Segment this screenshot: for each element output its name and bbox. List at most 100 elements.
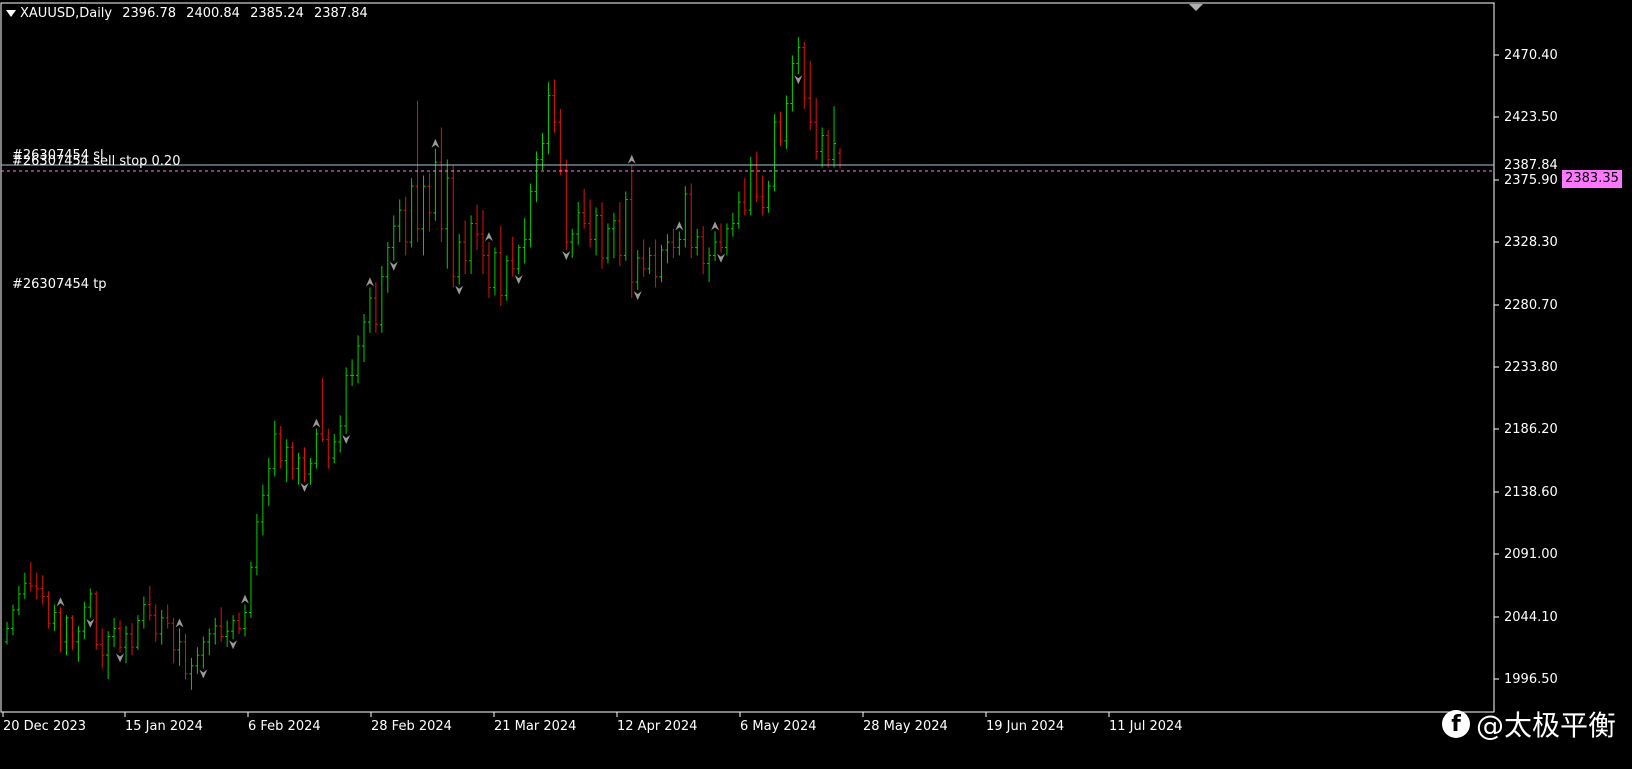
ohlc-bar: [314, 428, 319, 469]
ohlc-bar: [171, 617, 176, 664]
ohlc-bar: [790, 55, 795, 112]
ohlc-bar: [403, 196, 408, 256]
ohlc-bar: [379, 266, 384, 333]
ohlc-bar: [70, 615, 75, 650]
ohlc-bar: [760, 175, 765, 216]
ohlc-bar: [34, 572, 39, 600]
ohlc-bar: [201, 636, 206, 669]
fractal-down-icon: [86, 618, 95, 628]
ohlc-bar: [629, 164, 634, 299]
y-tick-label: 1996.50: [1504, 672, 1558, 687]
fractal-down-icon: [199, 669, 208, 679]
ohlc-bar: [504, 255, 509, 301]
ohlc-bar: [46, 591, 51, 629]
fractal-down-icon: [717, 253, 725, 263]
ohlc-bar: [617, 202, 622, 267]
ohlc-bar: [159, 609, 164, 645]
ohlc-bar: [231, 615, 236, 640]
ohlc-bar: [754, 151, 759, 203]
x-tick-label: 19 Jun 2024: [986, 719, 1064, 734]
x-axis: 20 Dec 2023 15 Jan 2024 6 Feb 2024 28 Feb 2…: [2, 712, 1183, 734]
ohlc-bar: [135, 615, 140, 650]
ohlc-bar: [320, 378, 325, 442]
fractal-up-icon: [711, 221, 720, 231]
ohlc-bar: [254, 513, 259, 576]
ohlc-bar: [385, 242, 390, 293]
x-tick-label: 6 Feb 2024: [248, 719, 321, 734]
dropdown-triangle-icon[interactable]: [6, 10, 16, 17]
fractal-up-icon: [431, 138, 440, 148]
ohlc-bar: [796, 36, 801, 75]
ohlc-bar: [88, 588, 93, 618]
ohlc-bar: [141, 596, 146, 629]
ohlc-bar: [492, 247, 497, 296]
ohlc-bar: [183, 633, 188, 680]
ohlc-bar: [356, 335, 361, 384]
ohlc-bar: [237, 612, 242, 634]
fractal-down-icon: [514, 275, 523, 285]
ohlc-bar: [40, 575, 45, 605]
ohlc-bar: [748, 156, 753, 216]
ohlc-bar: [76, 625, 81, 662]
fractal-down-icon: [562, 251, 571, 261]
x-tick-label: 11 Jul 2024: [1109, 719, 1183, 734]
fractal-up-icon: [56, 597, 65, 607]
ohlc-bar: [106, 631, 111, 680]
ohlc-bar: [600, 202, 604, 269]
fractal-down-icon: [633, 291, 642, 301]
ohlc-bar: [58, 607, 63, 653]
tp-label: #26307454 tp: [12, 277, 107, 292]
ohlc-bar: [260, 484, 265, 536]
ohlc-bar: [439, 127, 444, 243]
y-tick-label: 2423.50: [1504, 110, 1558, 125]
ohlc-bar: [623, 191, 628, 261]
price-chart[interactable]: 2470.40 2423.50 2375.90 2328.30 2280.70 2233.…: [0, 0, 1632, 769]
ohlc-bar: [808, 60, 813, 131]
ohlc-bar: [463, 220, 468, 275]
ohlc-bar: [225, 620, 230, 648]
x-tick-label: 21 Mar 2024: [494, 719, 576, 734]
ohlc-bar: [570, 228, 575, 259]
y-tick-label: 2044.10: [1504, 610, 1558, 625]
ohlc-bar: [713, 231, 718, 261]
ohlc-bar: [498, 226, 503, 307]
fractal-down-icon: [300, 482, 309, 492]
ohlc-bar: [272, 420, 277, 477]
ohlc-bar: [730, 212, 735, 237]
ohlc-bar: [129, 623, 134, 656]
ohlc-bar: [16, 585, 21, 616]
ohlc-bar: [248, 561, 253, 618]
fractal-down-icon: [116, 653, 125, 663]
ohlc-bar: [290, 441, 295, 480]
fractal-up-icon: [175, 618, 184, 628]
ohlc-bar: [124, 625, 128, 664]
ohlc-bar: [683, 186, 688, 248]
fractal-up-icon: [675, 221, 684, 231]
chart-shift-marker-icon[interactable]: [1189, 4, 1203, 11]
open-value: 2396.78: [122, 6, 177, 21]
fractal-up-icon: [241, 594, 249, 604]
watermark: f @太极平衡: [1442, 704, 1616, 744]
low-value: 2385.24: [250, 6, 304, 21]
ohlc-bar: [653, 239, 658, 288]
ohlc-bar: [588, 199, 593, 248]
ohlc-bar: [367, 287, 372, 333]
x-tick-label: 6 May 2024: [740, 719, 817, 734]
ohlc-bar: [397, 199, 402, 243]
y-tick-label: 2233.80: [1504, 360, 1558, 375]
ohlc-bar: [784, 95, 789, 149]
ohlc-bars: [5, 36, 842, 690]
ohlc-bar: [308, 457, 313, 485]
ohlc-bar: [522, 218, 527, 264]
ohlc-bar: [611, 212, 616, 259]
ohlc-bar: [707, 247, 712, 283]
ohlc-bar: [284, 439, 289, 482]
ohlc-bar: [52, 604, 57, 632]
watermark-text: @太极平衡: [1476, 709, 1617, 742]
ohlc-bar: [373, 282, 378, 333]
ohlc-bar: [278, 425, 283, 469]
y-axis: 2470.40 2423.50 2375.90 2328.30 2280.70 2233.…: [1494, 48, 1558, 687]
ohlc-bar: [326, 428, 331, 469]
high-value: 2400.84: [186, 6, 240, 21]
chart-header: XAUUSD,Daily 2396.78 2400.84 2385.24 238…: [6, 6, 374, 21]
